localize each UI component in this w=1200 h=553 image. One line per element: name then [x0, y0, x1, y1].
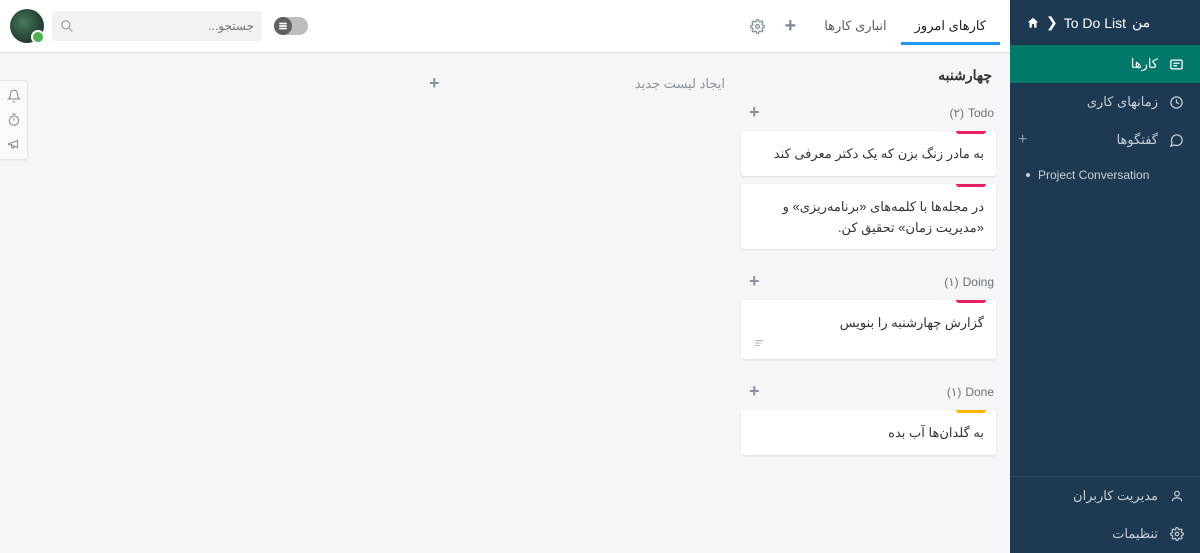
- task-card[interactable]: در مجله‌ها با کلمه‌های «برنامه‌ریزی» و «…: [741, 184, 996, 250]
- sidebar-item-label: گفتگوها: [1117, 132, 1158, 148]
- project-suffix: من: [1132, 14, 1150, 31]
- card-text: گزارش چهارشنبه را بنویس: [753, 313, 984, 334]
- description-icon: [753, 338, 984, 348]
- add-conversation[interactable]: +: [1018, 131, 1027, 149]
- card-text: به مادر زنگ بزن که یک دکتر معرفی کند: [753, 144, 984, 165]
- tab-backlog[interactable]: انباری کارها: [810, 8, 900, 44]
- sidebar-item-tasks[interactable]: کارها: [1010, 45, 1200, 83]
- sidebar-sub-label: Project Conversation: [1038, 168, 1149, 182]
- sidebar-sub-project-conversation[interactable]: Project Conversation: [1010, 159, 1200, 191]
- gear-icon[interactable]: [744, 15, 771, 38]
- section-head-done: + (۱) Done: [741, 373, 996, 410]
- topbar: + کارهای امروز انباری کارها: [0, 0, 1010, 53]
- card-label: [956, 410, 986, 413]
- sidebar-item-users[interactable]: مدیریت کاربران: [1010, 477, 1200, 515]
- card-text: به گلدان‌ها آب بده: [753, 423, 984, 444]
- bullet-icon: [1026, 173, 1030, 177]
- user-icon: [1168, 489, 1184, 503]
- chat-icon: [1168, 133, 1184, 148]
- sidebar-item-worktimes[interactable]: زمانهای کاری: [1010, 83, 1200, 121]
- section-head-doing: + (۱) Doing: [741, 263, 996, 300]
- tabs: کارهای امروز انباری کارها: [810, 8, 1000, 44]
- view-toggle[interactable]: [274, 17, 308, 35]
- card-text: در مجله‌ها با کلمه‌های «برنامه‌ریزی» و «…: [753, 197, 984, 239]
- project-name: To Do List: [1064, 15, 1126, 31]
- sidebar-item-label: تنظیمات: [1112, 526, 1158, 542]
- sidebar: ❯ To Do List من کارها زمانهای کاری گفتگو…: [1010, 0, 1200, 553]
- section-head-todo: + (۲) Todo: [741, 94, 996, 131]
- tab-today[interactable]: کارهای امروز: [901, 8, 1000, 44]
- search-box[interactable]: [52, 11, 262, 41]
- gear-icon: [1168, 527, 1184, 541]
- bell-icon[interactable]: [7, 89, 21, 103]
- column-title: چهارشنبه: [741, 63, 996, 88]
- home-icon: [1026, 16, 1040, 30]
- sidebar-item-label: کارها: [1131, 56, 1158, 72]
- task-card[interactable]: به گلدان‌ها آب بده: [741, 410, 996, 455]
- stopwatch-icon[interactable]: [7, 113, 21, 127]
- task-card[interactable]: گزارش چهارشنبه را بنویس: [741, 300, 996, 359]
- left-rail: [0, 80, 28, 160]
- search-icon: [60, 19, 74, 33]
- add-card-done[interactable]: +: [743, 379, 766, 404]
- card-label: [956, 300, 986, 303]
- chevron-icon: ❯: [1046, 14, 1058, 31]
- tasks-icon: [1168, 57, 1184, 72]
- breadcrumb[interactable]: ❯ To Do List من: [1010, 0, 1200, 45]
- add-card-todo[interactable]: +: [743, 100, 766, 125]
- sidebar-item-settings[interactable]: تنظیمات: [1010, 515, 1200, 553]
- board: چهارشنبه + (۲) Todo به مادر زنگ بزن که ی…: [0, 53, 1010, 553]
- sidebar-item-conversations[interactable]: گفتگوها +: [1010, 121, 1200, 159]
- megaphone-icon[interactable]: [7, 137, 21, 151]
- plus-icon: +: [423, 71, 446, 96]
- add-list-label: ایجاد لیست جدید: [635, 76, 725, 92]
- sidebar-item-label: زمانهای کاری: [1087, 94, 1158, 110]
- card-label: [956, 184, 986, 187]
- task-card[interactable]: به مادر زنگ بزن که یک دکتر معرفی کند: [741, 131, 996, 176]
- avatar[interactable]: [10, 9, 44, 43]
- sidebar-item-label: مدیریت کاربران: [1073, 488, 1158, 504]
- search-input[interactable]: [74, 19, 254, 33]
- add-list[interactable]: ایجاد لیست جدید +: [419, 63, 729, 104]
- plus-icon[interactable]: +: [779, 11, 803, 42]
- add-card-doing[interactable]: +: [743, 269, 766, 294]
- clock-icon: [1168, 95, 1184, 110]
- card-label: [956, 131, 986, 134]
- board-column: چهارشنبه + (۲) Todo به مادر زنگ بزن که ی…: [741, 63, 996, 463]
